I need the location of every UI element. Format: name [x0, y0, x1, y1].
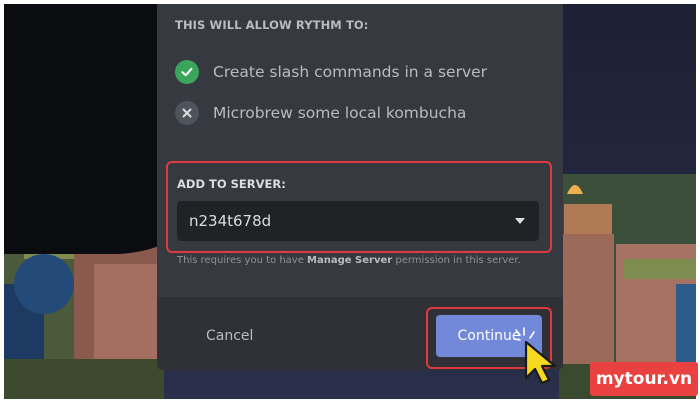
server-select[interactable]: n234t678d — [177, 201, 539, 241]
chevron-down-icon — [515, 218, 525, 224]
screenshot-frame: THIS WILL ALLOW RYTHM TO: Create slash c… — [4, 4, 696, 399]
add-to-server-section: ADD TO SERVER: n234t678d — [166, 161, 552, 253]
server-select-value: n234t678d — [189, 212, 272, 230]
mytour-watermark-logo: mytour.vn — [590, 362, 698, 396]
permission-label: Create slash commands in a server — [213, 63, 488, 81]
permission-note-bold: Manage Server — [307, 255, 393, 266]
permission-note: This requires you to have Manage Server … — [177, 255, 521, 266]
cancel-button[interactable]: Cancel — [206, 328, 253, 344]
permission-item-slash-commands: Create slash commands in a server — [175, 60, 487, 84]
x-icon — [175, 101, 199, 125]
modal-footer: Cancel Continue — [157, 297, 563, 370]
authorize-modal: THIS WILL ALLOW RYTHM TO: Create slash c… — [157, 4, 563, 370]
check-icon — [175, 60, 199, 84]
add-to-server-label: ADD TO SERVER: — [177, 177, 286, 191]
pointer-cursor-icon — [513, 327, 557, 385]
permissions-heading: THIS WILL ALLOW RYTHM TO: — [175, 18, 369, 32]
permission-label: Microbrew some local kombucha — [213, 104, 467, 122]
permission-item-kombucha: Microbrew some local kombucha — [175, 101, 466, 125]
